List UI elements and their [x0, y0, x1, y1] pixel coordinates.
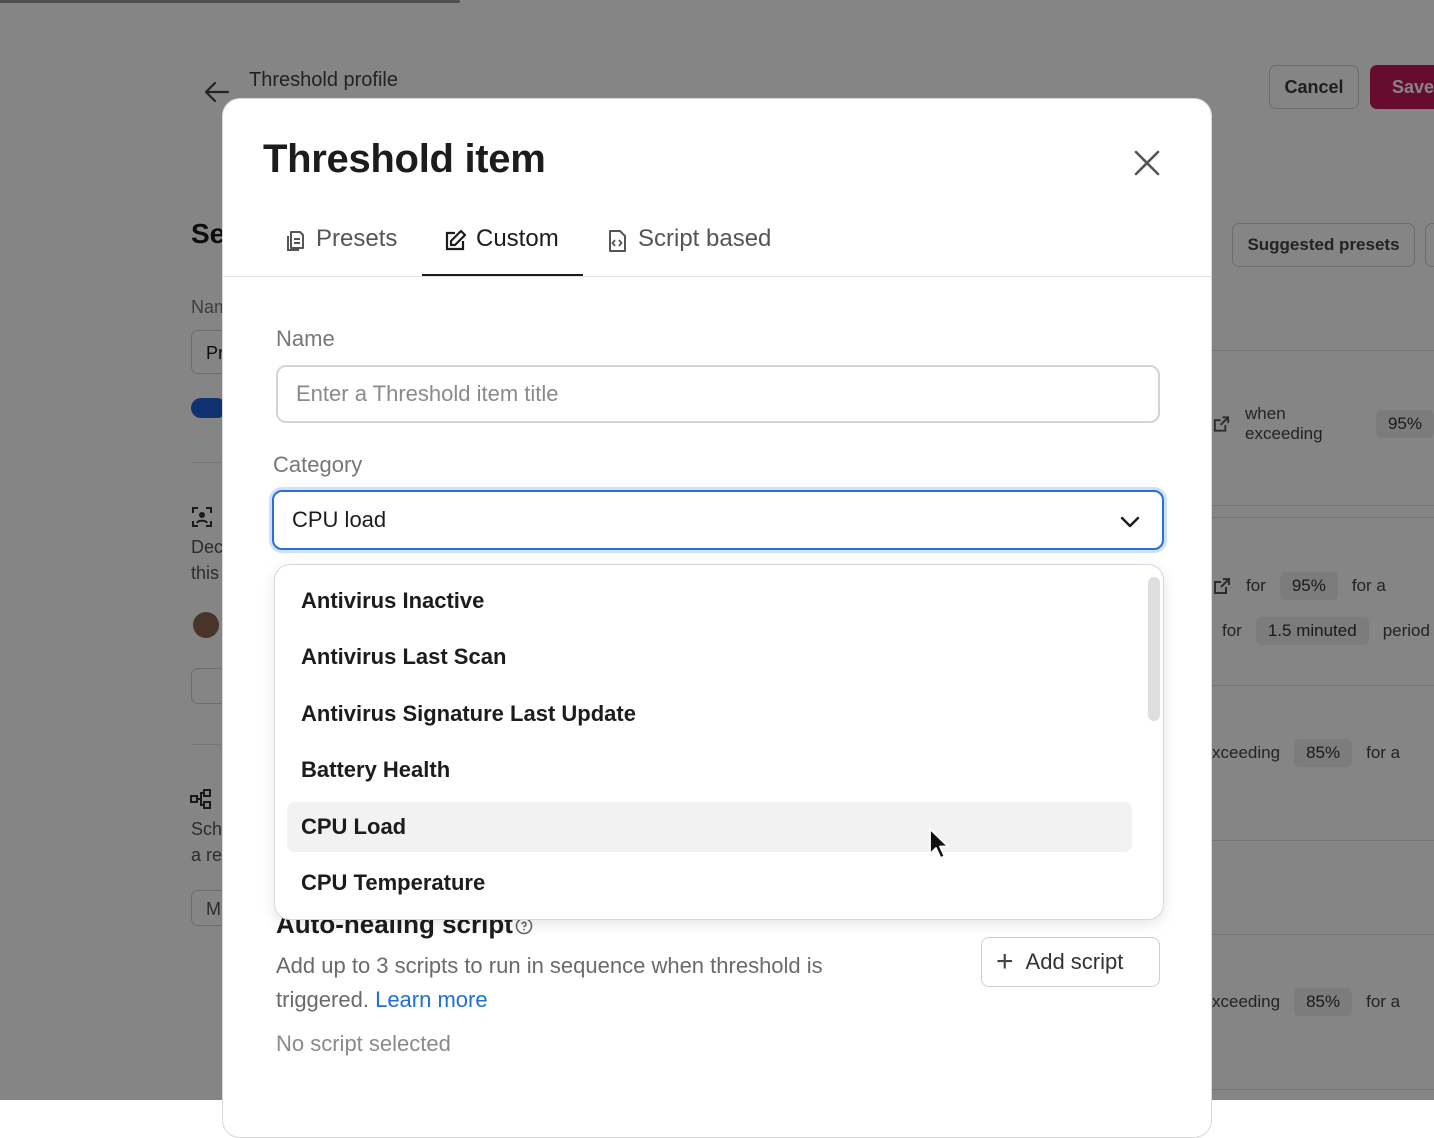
add-script-label: Add script — [1025, 949, 1124, 974]
name-input[interactable] — [276, 365, 1160, 423]
plus-icon: + — [996, 945, 1014, 978]
tab-custom[interactable]: Custom — [422, 225, 583, 277]
tab-presets-label: Presets — [316, 225, 398, 252]
tab-script-based-label: Script based — [638, 225, 772, 252]
add-script-button[interactable]: + Add script — [981, 937, 1160, 987]
auto-healing-description: Add up to 3 scripts to run in sequence w… — [276, 949, 916, 1017]
dropdown-option[interactable]: Antivirus Signature Last Update — [287, 689, 1132, 739]
dropdown-option[interactable]: Antivirus Inactive — [287, 576, 1132, 626]
category-select[interactable]: CPU load — [272, 490, 1164, 550]
threshold-item-modal: Threshold item Presets Custom Script bas… — [222, 98, 1212, 1138]
dropdown-option[interactable]: Antivirus Last Scan — [287, 632, 1132, 682]
edit-icon — [445, 229, 467, 251]
dropdown-option[interactable]: CPU Temperature — [287, 858, 1132, 908]
category-value: CPU load — [292, 507, 387, 532]
category-label: Category — [273, 452, 363, 477]
close-icon[interactable] — [1129, 145, 1165, 181]
dropdown-option[interactable]: Battery Health — [287, 745, 1132, 795]
tab-custom-label: Custom — [476, 225, 559, 252]
chevron-down-icon — [1120, 516, 1140, 528]
tab-presets[interactable]: Presets — [283, 225, 397, 277]
mouse-cursor-icon — [929, 828, 949, 859]
no-script-text: No script selected — [276, 1031, 451, 1056]
dropdown-scrollbar-thumb[interactable] — [1148, 577, 1160, 721]
presets-icon — [287, 231, 304, 251]
tabs-divider — [223, 276, 1211, 277]
script-file-icon — [609, 230, 626, 252]
learn-more-link[interactable]: Learn more — [375, 987, 488, 1012]
dropdown-option-highlighted[interactable]: CPU Load — [287, 802, 1132, 852]
name-label: Name — [276, 326, 335, 351]
tab-script-based[interactable]: Script based — [605, 225, 771, 277]
auto-healing-description-text: Add up to 3 scripts to run in sequence w… — [276, 953, 823, 1012]
category-dropdown: Antivirus Inactive Antivirus Last Scan A… — [274, 564, 1164, 920]
modal-title: Threshold item — [263, 137, 546, 181]
